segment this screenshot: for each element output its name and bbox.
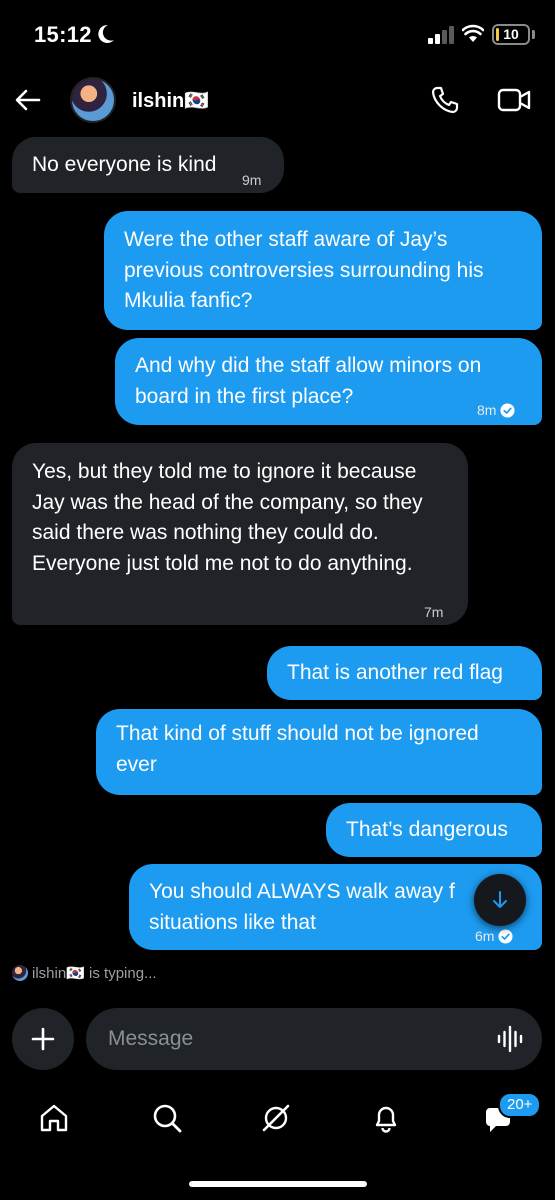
video-icon[interactable] (497, 86, 531, 114)
messages-badge: 20+ (498, 1092, 542, 1118)
message-time: 8m (477, 395, 515, 426)
grok-icon[interactable] (260, 1102, 292, 1134)
message-text: And why did the staff allow minors on bo… (135, 354, 482, 408)
status-time: 15:12 (34, 22, 92, 47)
typing-indicator: ilshin🇰🇷 is typing... (12, 964, 157, 982)
home-icon[interactable] (38, 1102, 70, 1134)
check-icon (500, 403, 515, 418)
typing-avatar (12, 965, 28, 981)
message-text: Yes, but they told me to ignore it becau… (32, 460, 423, 575)
wifi-icon (462, 24, 484, 42)
chat-header: ilshin🇰🇷 (0, 70, 555, 130)
message-bubble[interactable]: Were the other staff aware of Jay’s prev… (104, 211, 542, 330)
message-bubble[interactable]: That is another red flag (267, 646, 542, 700)
avatar[interactable] (70, 77, 116, 123)
message-time-label: 6m (475, 928, 495, 944)
scroll-to-bottom-button[interactable] (474, 874, 526, 926)
typing-text: ilshin🇰🇷 is typing... (32, 965, 157, 982)
message-text: You should ALWAYS walk away f situations… (149, 880, 455, 934)
message-text: That is another red flag (287, 661, 503, 684)
battery-icon: 10 (492, 24, 530, 45)
bottom-nav: 20+ (0, 1090, 555, 1150)
message-text: That’s dangerous (346, 818, 508, 841)
plus-icon (31, 1027, 55, 1051)
message-text: Were the other staff aware of Jay’s prev… (124, 228, 484, 312)
message-time: 9m (242, 172, 262, 188)
message-bubble[interactable]: And why did the staff allow minors on bo… (115, 338, 542, 425)
message-bubble[interactable]: That’s dangerous (326, 803, 542, 857)
phone-icon[interactable] (430, 85, 460, 115)
battery-tip (532, 30, 535, 39)
contact-name[interactable]: ilshin🇰🇷 (132, 88, 209, 113)
moon-icon (98, 24, 114, 43)
message-time: 7m (424, 604, 444, 620)
battery-label: 10 (503, 26, 519, 42)
voice-icon[interactable] (496, 1024, 526, 1054)
back-icon[interactable] (12, 84, 44, 116)
search-icon[interactable] (151, 1102, 183, 1134)
signal-icon (428, 26, 454, 44)
message-bubble[interactable]: No everyone is kind 9m (12, 137, 284, 193)
message-bubble[interactable]: That kind of stuff should not be ignored… (96, 709, 542, 795)
message-text: That kind of stuff should not be ignored… (116, 722, 479, 776)
check-icon (498, 929, 513, 944)
message-time-label: 8m (477, 402, 497, 418)
bell-icon[interactable] (370, 1102, 402, 1134)
message-input[interactable] (86, 1008, 542, 1070)
status-bar: 15:12 10 (0, 0, 555, 70)
arrow-down-icon (493, 891, 507, 908)
message-bubble[interactable]: Yes, but they told me to ignore it becau… (12, 443, 468, 625)
add-attachment-button[interactable] (12, 1008, 74, 1070)
message-text: No everyone is kind (32, 153, 217, 176)
home-indicator (189, 1181, 367, 1187)
